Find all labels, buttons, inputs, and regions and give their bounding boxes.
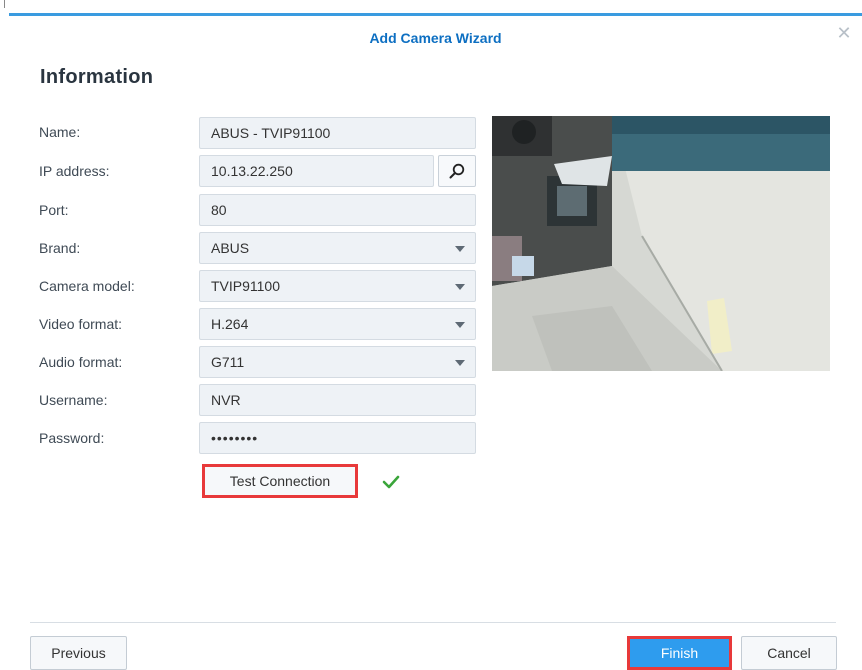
chevron-down-icon: [455, 322, 465, 328]
password-input[interactable]: ••••••••: [199, 422, 476, 454]
username-label: Username:: [39, 392, 108, 408]
test-connection-button[interactable]: Test Connection: [202, 464, 358, 498]
video-format-value: H.264: [211, 316, 249, 332]
camera-model-value: TVIP91100: [211, 278, 281, 294]
ip-address-label: IP address:: [39, 163, 110, 179]
port-input[interactable]: 80: [199, 194, 476, 226]
name-label: Name:: [39, 124, 81, 140]
camera-preview-image: [492, 116, 830, 371]
ip-address-input[interactable]: 10.13.22.250: [199, 155, 434, 187]
search-button[interactable]: [438, 155, 476, 187]
finish-button[interactable]: Finish: [627, 636, 732, 670]
camera-model-select[interactable]: TVIP91100: [199, 270, 476, 302]
audio-format-value: G711: [211, 354, 245, 370]
chevron-down-icon: [455, 284, 465, 290]
window-edge-mark: [4, 0, 5, 8]
audio-format-select[interactable]: G711: [199, 346, 476, 378]
camera-model-label: Camera model:: [39, 278, 135, 294]
dialog-title: Add Camera Wizard: [369, 30, 502, 46]
username-input[interactable]: NVR: [199, 384, 476, 416]
previous-button[interactable]: Previous: [30, 636, 127, 670]
dialog-titlebar: Add Camera Wizard ✕: [9, 16, 862, 58]
audio-format-label: Audio format:: [39, 354, 123, 370]
search-icon: [449, 163, 465, 179]
chevron-down-icon: [455, 360, 465, 366]
brand-value: ABUS: [211, 240, 250, 256]
footer-divider: [30, 622, 836, 623]
video-format-select[interactable]: H.264: [199, 308, 476, 340]
cancel-button[interactable]: Cancel: [741, 636, 837, 670]
brand-select[interactable]: ABUS: [199, 232, 476, 264]
video-format-label: Video format:: [39, 316, 123, 332]
port-label: Port:: [39, 202, 69, 218]
section-heading: Information: [40, 66, 154, 88]
password-label: Password:: [39, 430, 105, 446]
add-camera-wizard-dialog: Add Camera Wizard ✕ Information Name: IP…: [9, 13, 862, 670]
check-icon: [382, 475, 400, 489]
brand-label: Brand:: [39, 240, 81, 256]
name-input[interactable]: ABUS - TVIP91100: [199, 117, 476, 149]
chevron-down-icon: [455, 246, 465, 252]
close-icon[interactable]: ✕: [834, 23, 854, 43]
